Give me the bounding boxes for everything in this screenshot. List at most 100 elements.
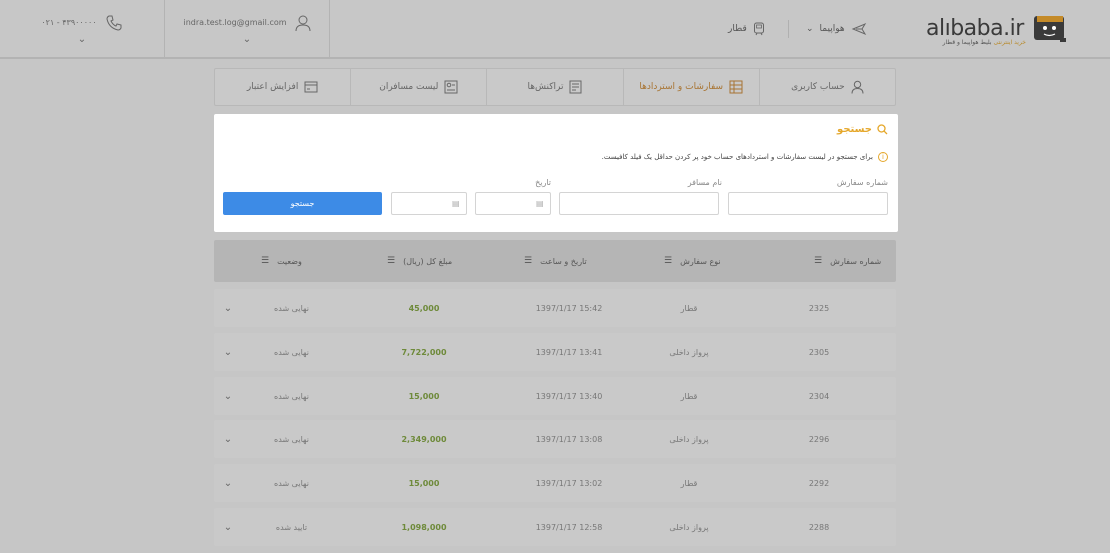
- logo-tagline-rest: بلیط هواپیما و قطار: [942, 39, 994, 46]
- order-number-field[interactable]: [728, 192, 888, 216]
- table-row[interactable]: 2296 پرواز داخلی 1397/1/17 13:08 2,349,0…: [214, 420, 896, 458]
- table-row[interactable]: 2304 قطار 1397/1/17 13:40 15,000 نهایی ش…: [214, 377, 896, 415]
- tab-transactions[interactable]: تراکنش‌ها: [486, 69, 622, 105]
- chevron-down-icon[interactable]: ⌄: [218, 333, 238, 371]
- order-type: قطار: [680, 303, 698, 313]
- tab-passengers-label: لیست مسافران: [379, 82, 439, 92]
- chevron-down-icon[interactable]: ⌄: [218, 508, 238, 546]
- phone-icon: [106, 15, 122, 31]
- sort-icon: ☰: [261, 256, 270, 266]
- order-status: نهایی شده: [274, 347, 309, 357]
- sort-icon: ☰: [664, 256, 673, 266]
- column-datetime-label: تاریخ و ساعت: [540, 256, 587, 266]
- date-from-field[interactable]: ▤: [475, 192, 551, 215]
- orders-icon: [729, 80, 743, 94]
- order-datetime: 1397/1/17 13:40: [535, 391, 603, 401]
- order-number: 2304: [808, 391, 830, 401]
- search-title-text: جستجو: [837, 124, 872, 135]
- passenger-name-input[interactable]: [560, 195, 718, 216]
- column-order-number-label: شماره سفارش: [830, 256, 882, 266]
- order-datetime: 1397/1/17 13:02: [535, 478, 603, 488]
- transactions-icon: [569, 80, 582, 94]
- nav-flight-label: هواپیما: [819, 23, 845, 34]
- order-type: قطار: [680, 478, 698, 488]
- order-number: 2305: [808, 347, 830, 357]
- user-email: indra.test.log@gmail.com: [183, 18, 287, 27]
- sort-icon: ☰: [387, 256, 396, 266]
- order-number-input[interactable]: [729, 195, 887, 216]
- user-menu[interactable]: indra.test.log@gmail.com ⌄: [165, 0, 330, 57]
- order-status: نهایی شده: [274, 391, 309, 401]
- chevron-down-icon: ⌄: [242, 33, 252, 45]
- support-phone-number: ۰۲۱ - ۴۳۹۰۰۰۰۰: [41, 18, 97, 27]
- train-icon: [753, 22, 764, 35]
- chevron-down-icon[interactable]: ⌄: [218, 377, 238, 415]
- tab-add-credit-label: افزایش اعتبار: [246, 82, 299, 92]
- user-icon: [295, 15, 311, 31]
- credit-card-icon: [304, 81, 318, 93]
- order-number: 2296: [808, 434, 830, 444]
- chevron-down-icon: ⌄: [77, 33, 87, 45]
- date-to-field[interactable]: ▤: [391, 192, 467, 215]
- order-amount: 15,000: [408, 478, 440, 488]
- column-order-type[interactable]: نوع سفارش ☰: [664, 240, 721, 282]
- tab-orders[interactable]: سفارشات و استردادها: [622, 69, 759, 105]
- nav-flight[interactable]: ⌄ هواپیما: [806, 0, 867, 57]
- calendar-icon: ▤: [452, 199, 460, 208]
- sort-icon: ☰: [524, 256, 533, 266]
- account-tabs: حساب کاربری سفارشات و استردادها تراکنش‌ه…: [214, 68, 896, 106]
- order-status: تایید شده: [275, 522, 308, 532]
- passenger-name-label: نام مسافر: [687, 178, 722, 187]
- column-total-amount-label: مبلغ کل (ریال): [403, 256, 453, 266]
- column-status[interactable]: وضعیت ☰: [261, 240, 302, 282]
- logo-tagline-highlight: خرید اینترنتی: [993, 39, 1027, 46]
- search-icon: [877, 124, 888, 135]
- info-icon: i: [878, 152, 888, 162]
- passengers-icon: [444, 80, 458, 94]
- order-type: پرواز داخلی: [669, 347, 709, 357]
- column-status-label: وضعیت: [277, 256, 302, 266]
- order-datetime: 1397/1/17 12:58: [535, 522, 603, 532]
- logo-text: alıbaba.ir: [926, 16, 1024, 41]
- search-hint: i برای جستجو در لیست سفارشات و استردادها…: [602, 152, 888, 162]
- search-panel: جستجو i برای جستجو در لیست سفارشات و است…: [214, 114, 898, 232]
- order-number: 2288: [808, 522, 830, 532]
- chevron-down-icon[interactable]: ⌄: [218, 464, 238, 502]
- passenger-name-field[interactable]: [559, 192, 719, 216]
- nav-train[interactable]: قطار: [728, 0, 765, 57]
- order-number-label: شماره سفارش: [836, 178, 888, 187]
- column-total-amount[interactable]: مبلغ کل (ریال) ☰: [387, 240, 452, 282]
- tab-account[interactable]: حساب کاربری: [758, 69, 895, 105]
- search-title: جستجو: [837, 124, 888, 135]
- nav-train-label: قطار: [728, 23, 747, 34]
- tab-add-credit[interactable]: افزایش اعتبار: [215, 69, 350, 105]
- chevron-down-icon[interactable]: ⌄: [218, 289, 238, 327]
- order-type: پرواز داخلی: [669, 522, 709, 532]
- order-datetime: 1397/1/17 13:41: [535, 347, 603, 357]
- nav-divider: [788, 20, 789, 38]
- chevron-down-icon[interactable]: ⌄: [218, 420, 238, 458]
- column-datetime[interactable]: تاریخ و ساعت ☰: [524, 240, 587, 282]
- order-datetime: 1397/1/17 13:08: [535, 434, 603, 444]
- order-status: نهایی شده: [274, 478, 309, 488]
- tab-passengers[interactable]: لیست مسافران: [350, 69, 486, 105]
- user-icon: [851, 80, 864, 94]
- calendar-icon: ▤: [536, 199, 544, 208]
- order-amount: 15,000: [408, 391, 440, 401]
- order-amount: 45,000: [408, 303, 440, 313]
- table-row[interactable]: 2325 قطار 1397/1/17 15:42 45,000 نهایی ش…: [214, 289, 896, 327]
- order-amount: 7,722,000: [401, 347, 447, 357]
- order-datetime: 1397/1/17 15:42: [535, 303, 603, 313]
- logo-tagline: خرید اینترنتی بلیط هواپیما و قطار: [926, 39, 1026, 46]
- airplane-icon: [851, 22, 866, 35]
- logo-character-icon: [1034, 16, 1066, 42]
- table-row[interactable]: 2305 پرواز داخلی 1397/1/17 13:41 7,722,0…: [214, 333, 896, 371]
- support-phone[interactable]: ۰۲۱ - ۴۳۹۰۰۰۰۰ ⌄: [0, 0, 165, 57]
- column-order-number[interactable]: شماره سفارش ☰: [814, 240, 881, 282]
- order-type: پرواز داخلی: [669, 434, 709, 444]
- table-row[interactable]: 2292 قطار 1397/1/17 13:02 15,000 نهایی ش…: [214, 464, 896, 502]
- table-row[interactable]: 2288 پرواز داخلی 1397/1/17 12:58 1,098,0…: [214, 508, 896, 546]
- orders-table-header: شماره سفارش ☰ نوع سفارش ☰ تاریخ و ساعت ☰ مب…: [214, 240, 896, 282]
- tab-transactions-label: تراکنش‌ها: [527, 82, 564, 92]
- search-button[interactable]: جستجو: [223, 192, 382, 215]
